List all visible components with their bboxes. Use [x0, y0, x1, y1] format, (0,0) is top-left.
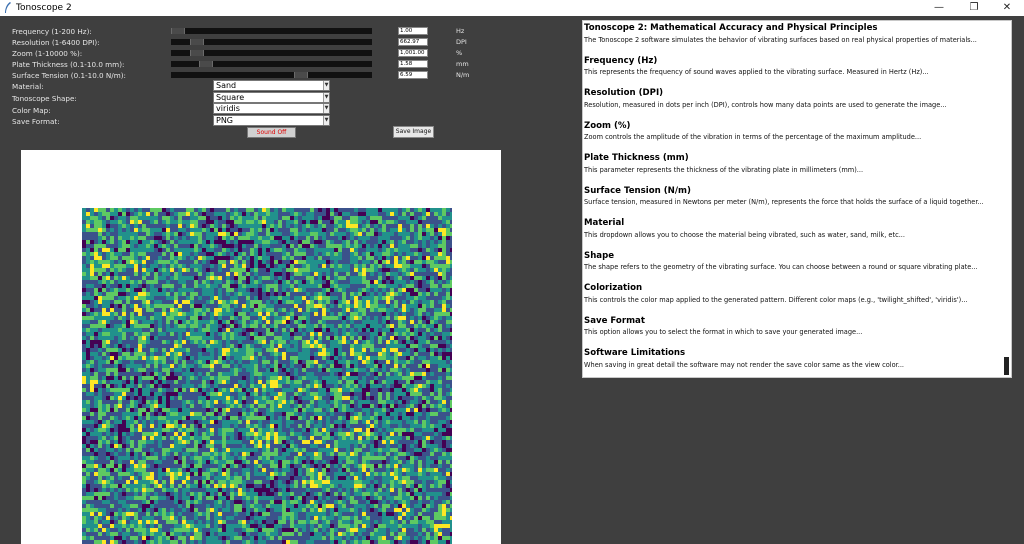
restore-button[interactable]: ❐: [957, 0, 991, 16]
info-text-overview: The Tonoscope 2 software simulates the b…: [584, 36, 977, 44]
slider-thumb[interactable]: [171, 28, 185, 34]
sound-toggle-button[interactable]: Sound Off: [247, 127, 296, 138]
info-text-limitations: When saving in great detail the software…: [584, 361, 905, 369]
save-format-selected: PNG: [216, 116, 234, 125]
frequency-value-field[interactable]: 1.00: [398, 27, 428, 35]
color-map-selected: viridis: [216, 104, 240, 113]
color-map-dropdown[interactable]: viridis ▼: [213, 103, 330, 114]
resolution-unit: DPI: [456, 38, 467, 46]
plate-thickness-label: Plate Thickness (0.1-10.0 mm):: [12, 60, 125, 69]
cymatic-pattern-image: [82, 208, 452, 544]
info-text-frequency: This represents the frequency of sound w…: [584, 68, 929, 76]
material-selected: Sand: [216, 81, 237, 90]
shape-selected: Square: [216, 93, 245, 102]
info-panel[interactable]: Tonoscope 2: Mathematical Accuracy and P…: [582, 20, 1012, 378]
chevron-down-icon[interactable]: ▼: [323, 104, 329, 113]
save-image-button[interactable]: Save Image: [393, 126, 434, 138]
save-format-label: Save Format:: [12, 117, 60, 126]
slider-thumb[interactable]: [189, 39, 204, 45]
frequency-slider[interactable]: [171, 28, 372, 34]
zoom-label: Zoom (1-10000 %):: [12, 49, 83, 58]
resolution-slider[interactable]: [171, 39, 372, 45]
info-heading-colorization: Colorization: [584, 283, 643, 293]
resolution-value-field[interactable]: 662.97: [398, 38, 428, 46]
minimize-button[interactable]: —: [922, 0, 956, 16]
scrollbar-thumb[interactable]: [1004, 357, 1009, 375]
info-heading-save-format: Save Format: [584, 316, 645, 326]
info-heading-limitations: Software Limitations: [584, 348, 686, 358]
surface-tension-value-field[interactable]: 6.59: [398, 71, 428, 79]
info-text-resolution: Resolution, measured in dots per inch (D…: [584, 101, 947, 109]
info-heading-resolution: Resolution (DPI): [584, 88, 664, 98]
shape-dropdown[interactable]: Square ▼: [213, 92, 330, 103]
info-text-plate-thickness: This parameter represents the thickness …: [584, 166, 864, 174]
surface-tension-label: Surface Tension (0.1-10.0 N/m):: [12, 71, 126, 80]
info-text-shape: The shape refers to the geometry of the …: [584, 263, 978, 271]
surface-tension-unit: N/m: [456, 71, 470, 79]
frequency-label: Frequency (1-200 Hz):: [12, 27, 92, 36]
color-map-label: Color Map:: [12, 106, 51, 115]
chevron-down-icon[interactable]: ▼: [323, 93, 329, 102]
zoom-unit: %: [456, 49, 463, 57]
slider-thumb[interactable]: [294, 72, 309, 78]
pattern-svg: [82, 208, 452, 544]
feather-icon: [5, 2, 11, 13]
info-heading-shape: Shape: [584, 251, 615, 261]
slider-thumb[interactable]: [199, 61, 214, 67]
material-label: Material:: [12, 82, 44, 91]
window-title: Tonoscope 2: [16, 3, 72, 13]
title-bar: Tonoscope 2 — ❐ ✕: [0, 0, 1024, 16]
info-heading-overview: Tonoscope 2: Mathematical Accuracy and P…: [584, 23, 878, 33]
zoom-value-field[interactable]: 1,001.00: [398, 49, 428, 57]
chevron-down-icon[interactable]: ▼: [323, 81, 329, 90]
plate-thickness-slider[interactable]: [171, 61, 372, 67]
resolution-label: Resolution (1-6400 DPI):: [12, 38, 100, 47]
info-heading-frequency: Frequency (Hz): [584, 56, 658, 66]
plate-thickness-value-field[interactable]: 1.58: [398, 60, 428, 68]
info-heading-plate-thickness: Plate Thickness (mm): [584, 153, 689, 163]
tonoscope-canvas: [21, 150, 501, 544]
frequency-unit: Hz: [456, 27, 465, 35]
info-heading-zoom: Zoom (%): [584, 121, 631, 131]
shape-label: Tonoscope Shape:: [12, 94, 77, 103]
info-text-material: This dropdown allows you to choose the m…: [584, 231, 905, 239]
chevron-down-icon[interactable]: ▼: [323, 116, 329, 125]
info-text-save-format: This option allows you to select the for…: [584, 328, 863, 336]
zoom-slider[interactable]: [171, 50, 372, 56]
info-text-surface-tension: Surface tension, measured in Newtons per…: [584, 198, 984, 206]
info-scrollbar[interactable]: [1002, 21, 1011, 377]
surface-tension-slider[interactable]: [171, 72, 372, 78]
plate-thickness-unit: mm: [456, 60, 469, 68]
slider-thumb[interactable]: [189, 50, 204, 56]
info-text-zoom: Zoom controls the amplitude of the vibra…: [584, 133, 922, 141]
info-heading-surface-tension: Surface Tension (N/m): [584, 186, 691, 196]
close-button[interactable]: ✕: [990, 0, 1024, 16]
info-text-colorization: This controls the color map applied to t…: [584, 296, 968, 304]
save-format-dropdown[interactable]: PNG ▼: [213, 115, 330, 126]
info-heading-material: Material: [584, 218, 625, 228]
material-dropdown[interactable]: Sand ▼: [213, 80, 330, 91]
